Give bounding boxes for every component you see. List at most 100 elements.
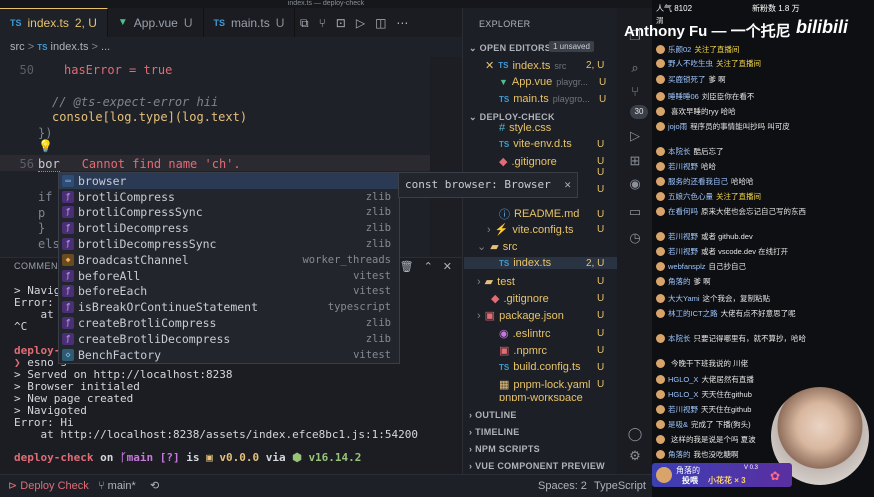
chevron-down-icon: ⌄ (477, 241, 487, 253)
suggestion-item[interactable]: ƒ isBreakOrContinueStatement typescript (59, 299, 399, 315)
chat-message: 服务的还看我自己 哈哈哈 (656, 176, 806, 187)
debug-icon[interactable]: ▷ (626, 128, 644, 146)
chat-message: 买鹿锁死了爹 啊 (656, 74, 806, 85)
ts-file-icon: TS (499, 258, 510, 268)
breadcrumb-folder[interactable]: src (10, 41, 25, 53)
chevron-right-icon: › (487, 223, 491, 236)
class-icon: ◆ (62, 253, 74, 266)
suggestion-item[interactable]: ◇ BenchFactory vitest (59, 347, 399, 363)
chat-text: 这个我会，复制粘贴 (702, 294, 771, 303)
remote-icon[interactable]: ▭ (626, 204, 644, 222)
suggestion-item[interactable]: ƒ beforeAll vitest (59, 268, 399, 284)
language-status[interactable]: TypeScript (594, 475, 646, 497)
branch-status[interactable]: ⑂ main* (98, 475, 136, 497)
close-icon[interactable]: ✕ (443, 260, 452, 273)
unsaved-badge: 1 unsaved (549, 41, 594, 52)
file-name: pnpm-workspace (499, 395, 583, 401)
gear-icon[interactable]: ⚙ (626, 448, 644, 466)
suggestion-item[interactable]: ▭ browser (59, 173, 399, 189)
tab-main-ts[interactable]: TS main.ts U (204, 8, 296, 37)
suggestion-source: worker_threads (302, 253, 391, 266)
file-item-selected[interactable]: TS index.ts 2, U (464, 257, 617, 269)
open-editors-header[interactable]: ⌄ OPEN EDITORS (469, 43, 551, 54)
file-item[interactable]: › ⚡ vite.config.ts U (487, 223, 637, 237)
chat-message: 睡睡睡06 刘臣臣你在看不 (656, 91, 806, 102)
close-icon[interactable]: ✕ (564, 178, 571, 191)
file-status: 2, U (586, 60, 605, 71)
breadcrumb-file[interactable]: index.ts (51, 41, 89, 53)
tab-app-vue[interactable]: ▼ App.vue U (108, 8, 204, 37)
more-icon[interactable]: ⋯ (396, 16, 408, 30)
file-name: .gitignore (511, 155, 557, 168)
outline-section[interactable]: › OUTLINE (469, 410, 517, 420)
suggestion-item[interactable]: ƒ createBrotliCompress zlib (59, 315, 399, 331)
suggestion-source: vitest (353, 269, 391, 282)
suggestion-item[interactable]: ƒ brotliDecompressSync zlib (59, 236, 399, 252)
suggestion-item[interactable]: ◆ BroadcastChannel worker_threads (59, 252, 399, 268)
account-icon[interactable]: ◯ (626, 426, 644, 444)
interface-icon: ◇ (62, 348, 74, 361)
suggestion-source: vitest (353, 285, 391, 298)
close-icon[interactable]: ✕ (485, 59, 494, 72)
file-name: index.ts (512, 59, 551, 72)
fans-count: 新粉数 1.8 万 (752, 4, 800, 13)
tab-index-ts[interactable]: TS index.ts 2, U (0, 8, 108, 37)
pnpm-file-icon: ▦ (499, 379, 510, 391)
avatar (656, 162, 665, 171)
chat-message: 若川视野 或者 vscode.dev 在线打开 (656, 246, 806, 257)
suggestion-item[interactable]: ƒ beforeEach vitest (59, 284, 399, 300)
breadcrumb-symbol[interactable]: ... (101, 41, 110, 53)
timeline-section[interactable]: › TIMELINE (469, 427, 520, 437)
github-icon[interactable]: ◉ (626, 176, 644, 194)
file-name: main.ts (513, 93, 549, 105)
preview-icon[interactable]: ⧉ (300, 16, 309, 31)
file-name: App.vue (511, 76, 553, 88)
file-name: package.json (499, 309, 564, 322)
open-editor-item[interactable]: ✕ TS index.ts src 2, U (485, 59, 635, 73)
extensions-icon[interactable]: ⊞ (626, 153, 644, 171)
open-changes-icon[interactable]: ⊡ (336, 16, 346, 30)
chevron-right-icon: › (477, 309, 481, 322)
breadcrumb-separator: > (27, 41, 35, 53)
file-status: U (599, 76, 607, 88)
avatar (656, 405, 665, 414)
file-status: 2, U (586, 257, 605, 269)
chat-message: HGLO_X 大佬居然有直播 (656, 374, 806, 385)
source-control-icon[interactable]: ⑂ (319, 16, 326, 30)
chat-text: 只要记得哪里有，就不算抄，哈哈哈 (693, 334, 807, 343)
ts-file-icon: TS (213, 17, 226, 28)
avatar (656, 334, 665, 343)
suggestion-item[interactable]: ƒ brotliDecompress zlib (59, 220, 399, 236)
vue-preview-section[interactable]: › VUE COMPONENT PREVIEW (469, 461, 605, 471)
suggestion-item[interactable]: ƒ brotliCompress zlib (59, 189, 399, 205)
search-icon[interactable]: ⌕ (626, 60, 644, 78)
chat-text: 爹 啊 (693, 277, 711, 286)
clock-icon[interactable]: ◷ (626, 230, 644, 248)
source-control-icon[interactable]: ⑂ (626, 84, 644, 102)
prompt-branch: main [?] (126, 451, 180, 464)
sync-icon[interactable]: ⟲ (150, 475, 159, 497)
suggestion-item[interactable]: ƒ createBrotliDecompress zlib (59, 331, 399, 347)
suggestion-item[interactable]: ƒ brotliCompressSync zlib (59, 205, 399, 221)
indentation-status[interactable]: Spaces: 2 (538, 475, 587, 497)
panel-controls: 🗑 ⌃ ✕ (400, 260, 452, 273)
autocomplete-list[interactable]: ▭ browser ƒ brotliCompress zlib ƒ brotliComp… (58, 172, 400, 364)
run-icon[interactable]: ▷ (356, 16, 365, 30)
minimap[interactable] (430, 57, 462, 257)
tab-status: U (275, 15, 285, 30)
vue-file-icon: ▼ (499, 77, 508, 87)
folder-item[interactable]: ⌄ ▰ src (477, 240, 627, 254)
chat-text: 渭 (656, 16, 664, 25)
debug-status[interactable]: ⊳ Deploy Check (8, 475, 89, 497)
file-item[interactable]: › ▣ package.json U (477, 309, 627, 323)
vue-file-icon: ▼ (117, 17, 128, 28)
suggestion-label: BenchFactory (78, 347, 162, 362)
chevron-up-icon[interactable]: ⌃ (424, 260, 433, 273)
split-editor-icon[interactable]: ◫ (375, 16, 386, 30)
lightbulb-icon[interactable]: 💡 (38, 139, 53, 153)
function-icon: ƒ (62, 269, 74, 282)
npm-scripts-section[interactable]: › NPM SCRIPTS (469, 444, 540, 454)
chat-user: 若川视野 (668, 232, 698, 241)
folder-item[interactable]: › ▰ test U (477, 275, 627, 289)
trash-icon[interactable]: 🗑 (400, 260, 414, 273)
